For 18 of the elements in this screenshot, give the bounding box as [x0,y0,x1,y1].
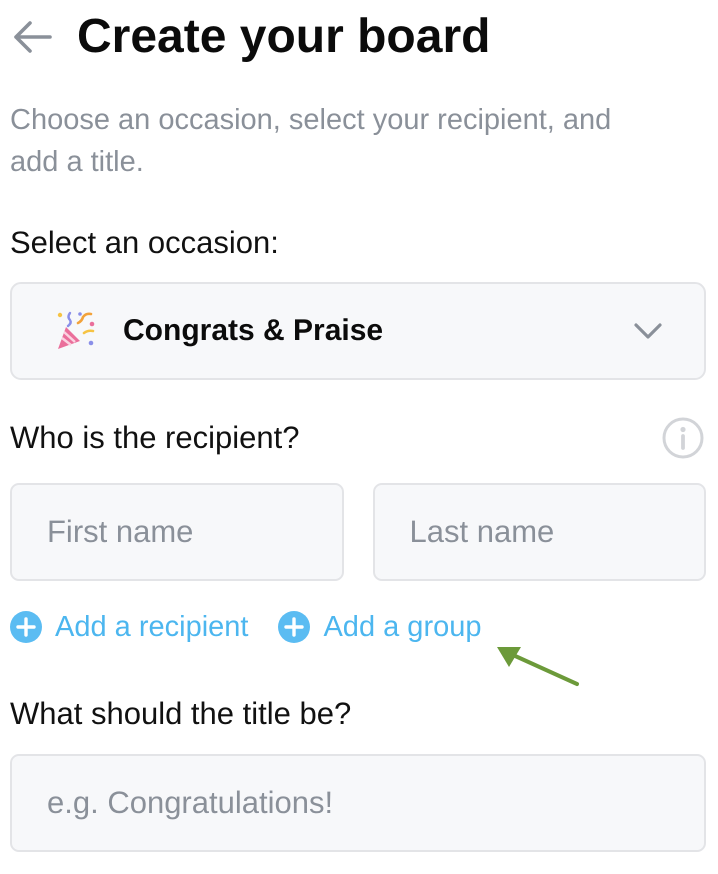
chevron-down-icon [634,323,662,339]
back-button[interactable] [12,20,52,54]
title-field[interactable]: e.g. Congratulations! [10,754,706,852]
add-group-link[interactable]: Add a group [278,610,482,644]
last-name-field[interactable]: Last name [372,483,706,581]
occasion-label: Select an occasion: [10,225,280,261]
occasion-value: Congrats & Praise [123,314,384,348]
back-arrow-icon [12,20,52,54]
recipient-label: Who is the recipient? [10,420,300,456]
occasion-dropdown[interactable]: Congrats & Praise [10,282,706,380]
title-label: What should the title be? [10,696,352,732]
first-name-field[interactable]: First name [10,483,344,581]
party-popper-icon [56,311,96,351]
plus-circle-icon [10,611,42,643]
page-title: Create your board [77,10,490,64]
intro-text: Choose an occasion, select your recipient, and add a title. [10,103,612,180]
add-recipient-link[interactable]: Add a recipient [10,610,248,644]
plus-circle-icon [278,611,310,643]
